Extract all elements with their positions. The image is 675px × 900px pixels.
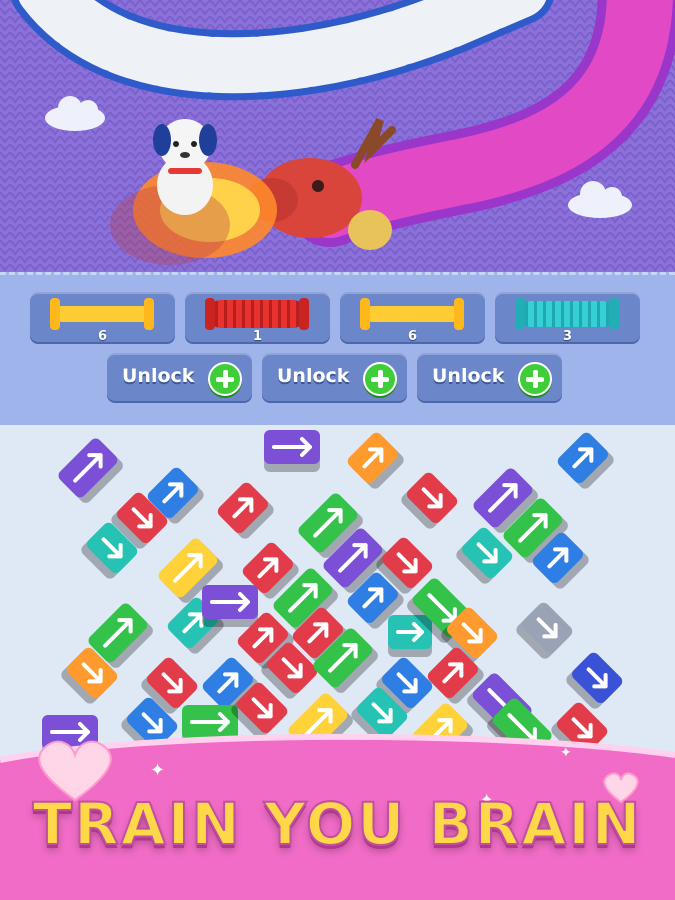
spool-count: 6 [407, 329, 418, 344]
top-play-area [0, 0, 675, 272]
spool-slot-3[interactable]: 6 [340, 292, 485, 344]
game-scene: 6 1 6 3 Unlock Unlock Unlock ✦ ✦ ✦ TRAIN… [0, 0, 675, 900]
spool-count: 6 [97, 329, 108, 344]
spool-slot-2[interactable]: 1 [185, 292, 330, 344]
unlock-button-2[interactable]: Unlock [262, 353, 407, 401]
spool-count: 1 [252, 329, 263, 344]
arrow-block-grid [42, 430, 625, 755]
banner-title: TRAIN YOU BRAIN [32, 789, 643, 859]
plus-icon [363, 362, 397, 396]
unlock-label: Unlock [277, 365, 350, 387]
plus-icon [208, 362, 242, 396]
arrow-block[interactable] [215, 480, 276, 541]
yellow-spool-icon [364, 306, 460, 322]
cyan-coil-icon [519, 301, 615, 327]
unlock-button-1[interactable]: Unlock [107, 353, 252, 401]
red-coil-icon [209, 300, 305, 328]
arrow-block[interactable] [345, 430, 406, 491]
sparkle-icon: ✦ [150, 760, 166, 781]
arrow-block[interactable] [514, 600, 575, 661]
unlock-label: Unlock [122, 365, 195, 387]
arrow-block[interactable] [56, 436, 125, 505]
arrow-block[interactable] [564, 650, 625, 711]
sparkle-icon: ✦ [560, 745, 572, 761]
puppy-character [153, 119, 217, 215]
arrow-block[interactable] [555, 430, 616, 491]
spool-slot-1[interactable]: 6 [30, 292, 175, 344]
unlock-label: Unlock [432, 365, 505, 387]
spool-slot-4[interactable]: 3 [495, 292, 640, 344]
arrow-block[interactable] [399, 470, 460, 531]
plus-icon [518, 362, 552, 396]
yellow-spool-icon [54, 306, 150, 322]
arrow-block[interactable] [264, 430, 320, 472]
unlock-button-3[interactable]: Unlock [417, 353, 562, 401]
spool-count: 3 [562, 329, 573, 344]
arrow-block[interactable] [202, 585, 258, 627]
